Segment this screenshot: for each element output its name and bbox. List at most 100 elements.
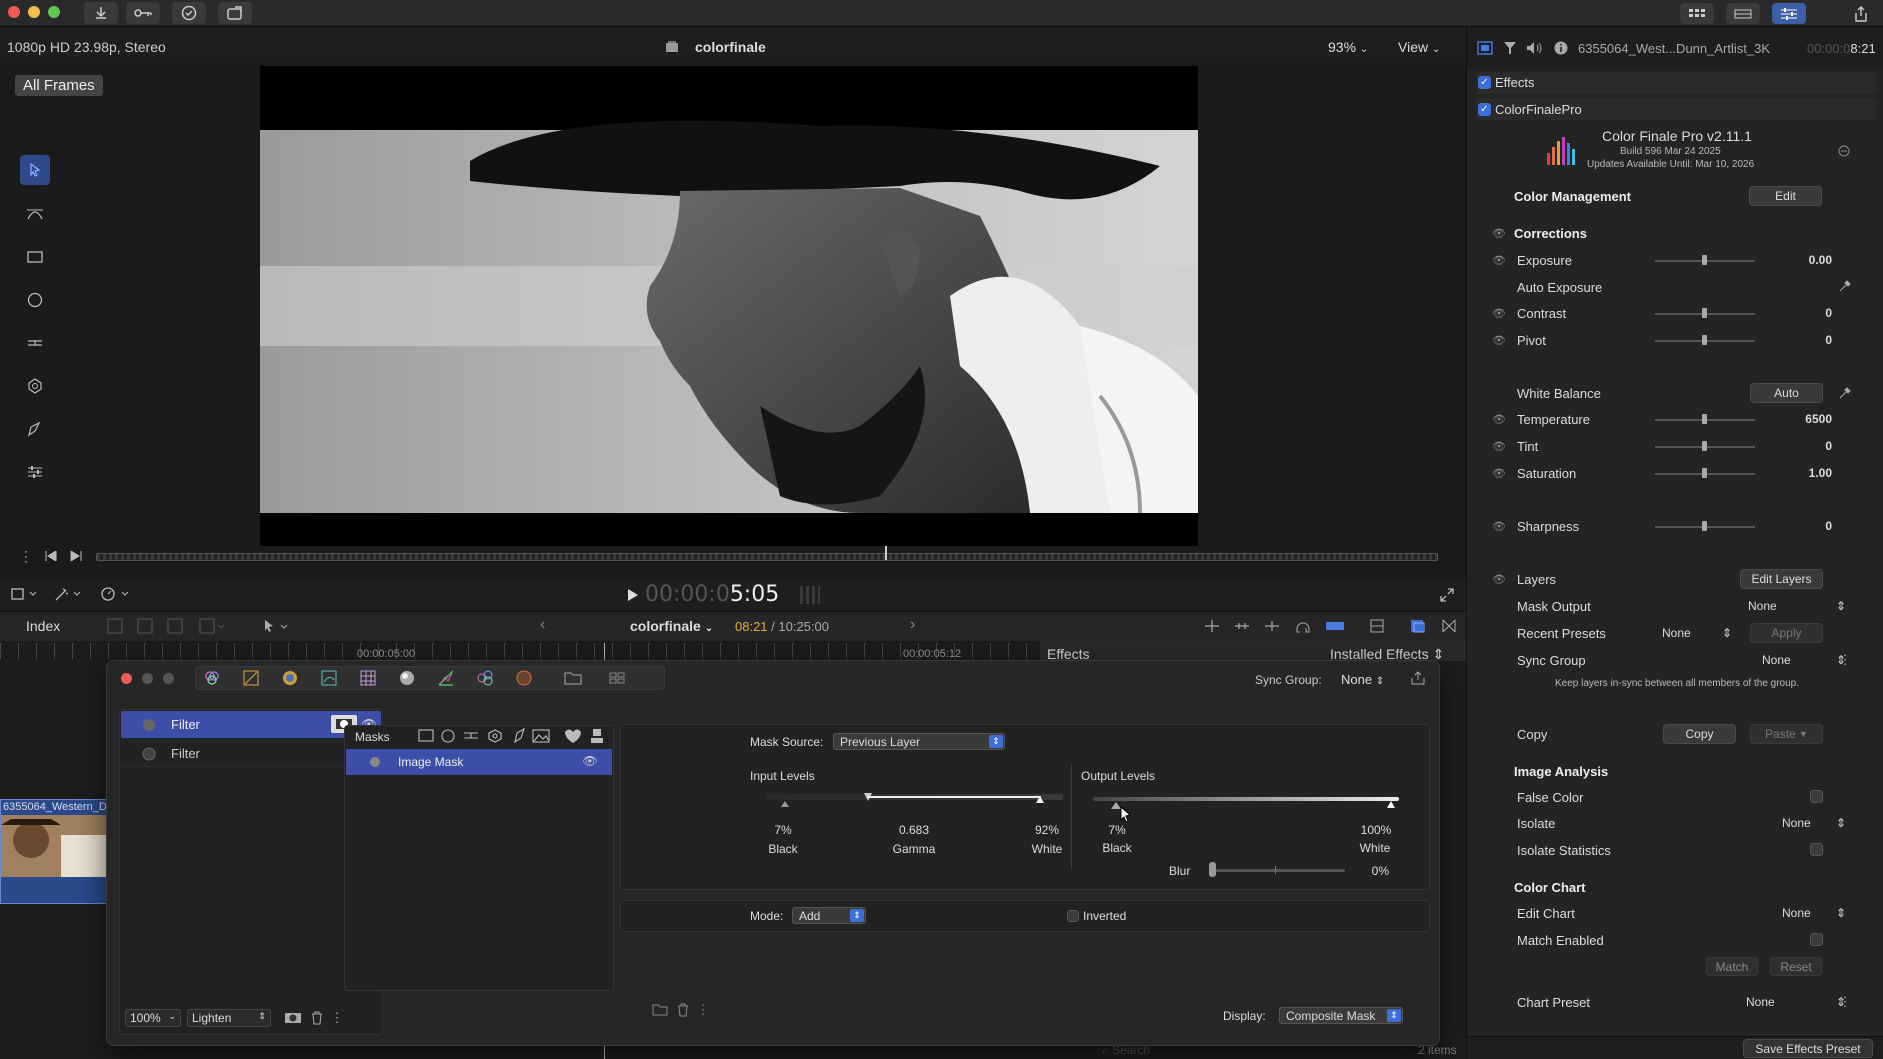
cf-blur-slider-thumb[interactable] [1209, 862, 1216, 877]
cf-layer-more-icon[interactable]: ⋮ [331, 1010, 344, 1026]
cf-color-wheels-icon[interactable] [203, 669, 221, 687]
cf-layer-row[interactable]: Filter 👁 [121, 740, 381, 767]
frame-scrubber[interactable] [96, 553, 1438, 561]
mask-output-select[interactable]: None ⇕ [1748, 599, 1846, 613]
share-button[interactable] [1846, 3, 1876, 24]
pivot-slider-thumb[interactable] [1702, 335, 1707, 345]
viewer-zoom-menu[interactable]: 93% ⌄ [1328, 39, 1368, 55]
saturation-eye-icon[interactable]: 👁 [1492, 467, 1506, 480]
paste-button[interactable]: Paste ▼ [1750, 724, 1823, 744]
color-management-edit-button[interactable]: Edit [1749, 186, 1822, 206]
scrubber-playhead[interactable] [885, 546, 887, 560]
copy-button[interactable]: Copy [1663, 724, 1736, 744]
cf-output-levels-slider[interactable] [1093, 797, 1399, 801]
save-effects-preset-button[interactable]: Save Effects Preset [1743, 1039, 1873, 1058]
cf-opacity-select[interactable]: 100% ⌄ [125, 1009, 181, 1027]
index-button[interactable]: Index [26, 618, 60, 634]
keywords-button[interactable] [126, 2, 160, 24]
cf-add-mask-button[interactable] [283, 1010, 303, 1026]
cf-sphere-icon[interactable] [398, 669, 416, 687]
isolate-statistics-checkbox[interactable] [1810, 843, 1823, 856]
layout-timeline-button[interactable] [1726, 3, 1760, 24]
corrections-eye-icon[interactable]: 👁 [1492, 227, 1506, 240]
sync-group-select[interactable]: None ⇕ [1762, 653, 1846, 667]
layers-eye-icon[interactable]: 👁 [1492, 573, 1506, 586]
all-frames-badge[interactable]: All Frames [15, 75, 103, 96]
cf-delete-layer-button[interactable] [309, 1010, 325, 1026]
cf-mask-folder-button[interactable] [651, 1002, 669, 1018]
sharpness-value[interactable]: 0 [1772, 519, 1832, 533]
cf-blend-mode-select[interactable]: Lighten ⇕ [187, 1009, 271, 1027]
temperature-eye-icon[interactable]: 👁 [1492, 413, 1506, 426]
audio-inspector-tab[interactable] [1525, 40, 1543, 56]
saturation-value[interactable]: 1.00 [1772, 466, 1832, 480]
cf-hsl-icon[interactable] [476, 669, 494, 687]
cf-grid-icon[interactable] [359, 669, 377, 687]
enhance-tools-menu[interactable] [52, 586, 86, 602]
cf-input-black-value[interactable]: 7% [763, 823, 803, 837]
exposure-slider-thumb[interactable] [1702, 255, 1707, 265]
rectangle-mask-tool-button[interactable] [20, 242, 50, 272]
video-frame[interactable] [260, 66, 1198, 546]
sharpness-slider-thumb[interactable] [1702, 521, 1707, 531]
layout-inspector-button[interactable] [1772, 3, 1806, 24]
cf-blur-value[interactable]: 0% [1349, 864, 1389, 878]
plugin-enable-checkbox[interactable]: ✓ [1478, 103, 1491, 116]
cf-close-button[interactable] [121, 673, 132, 684]
gradient-mask-tool-button[interactable] [20, 328, 50, 358]
match-enabled-checkbox[interactable] [1810, 933, 1823, 946]
cf-lut-icon[interactable] [320, 669, 338, 687]
share-project-button[interactable] [218, 2, 252, 24]
temperature-slider-thumb[interactable] [1702, 414, 1707, 424]
cf-layer-row[interactable]: Filter 👁 [121, 711, 381, 738]
edit-chart-select[interactable]: None ⇕ [1782, 906, 1846, 920]
cf-folder-icon[interactable] [563, 669, 583, 687]
info-inspector-tab[interactable] [1553, 40, 1569, 56]
cf-input-white-value[interactable]: 92% [1027, 823, 1067, 837]
cf-color-dot-icon[interactable] [515, 669, 533, 687]
fullscreen-button[interactable] [1439, 587, 1455, 603]
cf-sync-group-select[interactable]: None ⇕ [1341, 672, 1384, 687]
tint-slider-thumb[interactable] [1702, 441, 1707, 451]
cf-output-black-value[interactable]: 7% [1097, 823, 1137, 837]
exposure-eye-icon[interactable]: 👁 [1492, 254, 1506, 267]
mask-visibility-eye-icon[interactable]: 👁 [582, 754, 598, 768]
contrast-value[interactable]: 0 [1772, 306, 1832, 320]
false-color-checkbox[interactable] [1810, 790, 1823, 803]
cf-scopes-icon[interactable] [437, 669, 455, 687]
playhead-timecode[interactable]: 00:00:05:05 [645, 582, 779, 607]
video-inspector-tab[interactable] [1476, 40, 1494, 56]
cf-hue-wheel-icon[interactable] [281, 669, 299, 687]
pivot-value[interactable]: 0 [1772, 333, 1832, 347]
timeline-clip[interactable]: 6355064_Western_D [0, 799, 107, 904]
cf-zoom-button[interactable] [163, 673, 174, 684]
apply-preset-button[interactable]: Apply [1750, 623, 1823, 643]
previous-frame-icon[interactable] [44, 550, 58, 562]
edit-layers-button[interactable]: Edit Layers [1740, 569, 1823, 589]
collapse-icon[interactable] [1837, 144, 1851, 158]
cf-mode-select[interactable]: Add ⇕ [792, 907, 866, 924]
background-tasks-button[interactable] [172, 2, 206, 24]
cf-output-white-value[interactable]: 100% [1351, 823, 1401, 837]
next-frame-icon[interactable] [69, 550, 83, 562]
auto-exposure-eyedropper-icon[interactable] [1838, 279, 1852, 293]
cf-minimize-button[interactable] [142, 673, 153, 684]
timeline-project-menu[interactable]: colorfinale ⌄ [630, 618, 713, 634]
cf-mask-source-select[interactable]: Previous Layer ⇕ [833, 733, 1005, 750]
timeline-back-button[interactable]: ‹ [540, 616, 545, 634]
chart-preset-more-icon[interactable]: ⋮ [1839, 994, 1852, 1010]
cf-mask-row[interactable]: Image Mask 👁 [346, 749, 612, 775]
cf-layout-icon[interactable] [607, 669, 627, 687]
cf-inverted-checkbox[interactable] [1067, 910, 1079, 922]
layout-browser-button[interactable] [1680, 3, 1714, 24]
temperature-value[interactable]: 6500 [1772, 412, 1832, 426]
curve-mask-tool-button[interactable] [20, 199, 50, 229]
play-button[interactable] [624, 586, 642, 604]
tint-eye-icon[interactable]: 👁 [1492, 440, 1506, 453]
cf-output-white-handle[interactable] [1387, 801, 1395, 808]
timeline-forward-button[interactable]: › [910, 616, 915, 634]
effects-enable-checkbox[interactable]: ✓ [1478, 76, 1491, 89]
window-close-button[interactable] [8, 6, 20, 18]
adjustments-tool-button[interactable] [20, 457, 50, 487]
tint-value[interactable]: 0 [1772, 439, 1832, 453]
